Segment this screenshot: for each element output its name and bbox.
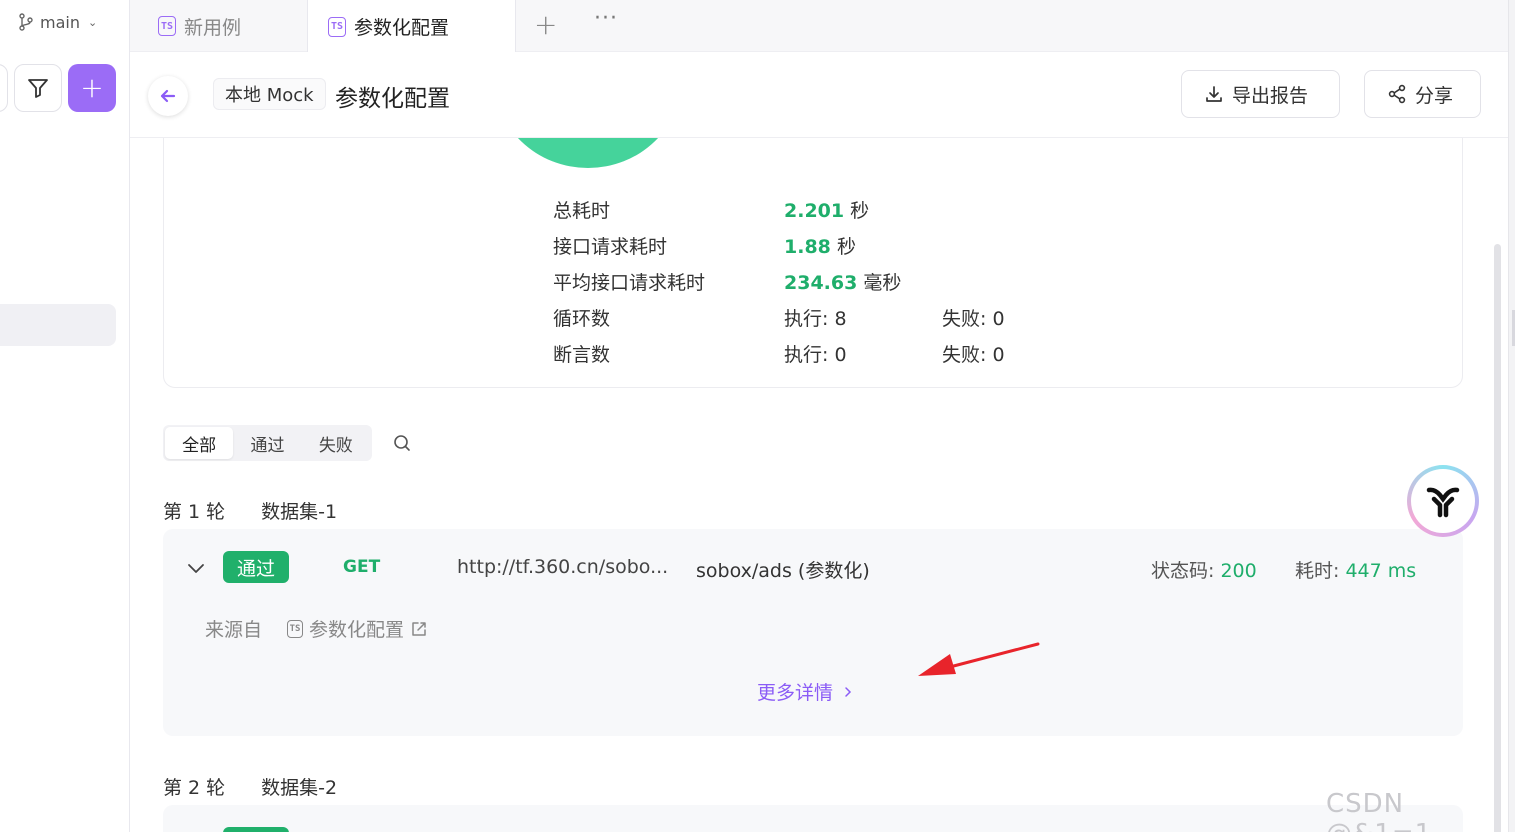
assistant-button[interactable]	[1407, 465, 1479, 537]
ts-file-icon: TS	[328, 16, 346, 37]
share-label: 分享	[1415, 84, 1454, 107]
total-time-value: 2.201 秒	[784, 200, 870, 222]
source-link[interactable]: TS 参数化配置	[287, 615, 428, 642]
pass-rate-donut	[494, 138, 682, 168]
avg-time-label: 平均接口请求耗时	[553, 272, 706, 294]
watermark: CSDN @&1=1	[1326, 789, 1431, 832]
right-panel-edge	[1508, 0, 1515, 832]
filter-button[interactable]	[14, 64, 62, 112]
tab-param-config[interactable]: TS 参数化配置	[308, 0, 516, 53]
request-url: http://tf.360.cn/sobo...	[457, 556, 669, 578]
elapsed-time: 耗时: 447 ms	[1295, 560, 1417, 582]
request-time-value: 1.88 秒	[784, 236, 856, 258]
environment-tag[interactable]: 本地 Mock	[213, 78, 326, 110]
total-time-label: 总耗时	[553, 200, 611, 222]
filter-icon	[28, 79, 48, 98]
scrollbar[interactable]	[1494, 244, 1501, 832]
assert-fail-value: 失败: 0	[942, 344, 1005, 366]
sidebar: main ⌄ +	[0, 0, 130, 832]
loop-count-label: 循环数	[553, 308, 611, 330]
result-panel: 通过 GET http://tf.360.cn/sobo... sobox/ad…	[163, 529, 1463, 736]
download-icon	[1206, 86, 1222, 102]
ts-file-icon: TS	[287, 619, 303, 638]
status-badge	[223, 827, 289, 832]
request-time-label: 接口请求耗时	[553, 236, 668, 258]
loop-exec-value: 执行: 8	[784, 308, 847, 330]
branch-selector[interactable]: main ⌄	[18, 10, 97, 34]
search-icon[interactable]	[392, 433, 412, 453]
page-title: 参数化配置	[335, 86, 450, 112]
filter-all-tab[interactable]: 全部	[165, 427, 234, 459]
arrow-left-icon	[160, 89, 176, 103]
http-method: GET	[343, 557, 381, 577]
more-details-link[interactable]: 更多详情	[757, 678, 853, 705]
tab-label: 参数化配置	[354, 17, 450, 39]
status-code: 状态码: 200	[1151, 560, 1257, 582]
source-label: 来源自	[205, 619, 263, 641]
tab-new-case[interactable]: TS 新用例	[130, 0, 308, 52]
assert-count-label: 断言数	[553, 344, 611, 366]
export-label: 导出报告	[1232, 84, 1309, 107]
branch-name: main	[40, 12, 80, 32]
filter-pass-tab[interactable]: 通过	[233, 427, 301, 459]
export-report-button[interactable]: 导出报告	[1181, 70, 1340, 118]
chevron-down-icon: ⌄	[87, 15, 98, 29]
assert-exec-value: 执行: 0	[784, 344, 847, 366]
share-icon	[1388, 84, 1406, 104]
source-link-label: 参数化配置	[309, 619, 405, 641]
round-title: 第 2 轮数据集-2	[163, 777, 338, 799]
chevron-right-icon	[845, 686, 852, 697]
loop-fail-value: 失败: 0	[942, 308, 1005, 330]
red-arrow-annotation	[918, 642, 1040, 676]
summary-card: 总耗时 2.201 秒 接口请求耗时 1.88 秒 平均接口请求耗时 234.6…	[163, 138, 1463, 388]
tab-label: 新用例	[184, 16, 242, 39]
sidebar-item-selected[interactable]	[0, 304, 116, 346]
tab-bar: TS 新用例 TS 参数化配置 + ···	[130, 0, 1515, 53]
add-button[interactable]: +	[68, 64, 116, 112]
git-branch-icon	[19, 13, 33, 31]
new-tab-icon[interactable]: +	[534, 8, 557, 41]
chevron-down-icon[interactable]	[185, 557, 207, 579]
assistant-logo-icon	[1426, 487, 1460, 518]
api-name: sobox/ads (参数化)	[696, 560, 870, 582]
share-button[interactable]: 分享	[1364, 70, 1481, 118]
collapsed-button[interactable]	[0, 64, 8, 112]
plus-icon: +	[80, 71, 104, 104]
result-filter: 全部 通过 失败	[163, 425, 372, 461]
status-badge: 通过	[223, 551, 289, 583]
more-details-label: 更多详情	[757, 682, 834, 704]
back-button[interactable]	[148, 76, 188, 116]
filter-fail-tab[interactable]: 失败	[302, 427, 370, 459]
page-header: 本地 Mock 参数化配置 导出报告 分享	[130, 52, 1508, 138]
avg-time-value: 234.63 毫秒	[784, 272, 902, 294]
round-title: 第 1 轮数据集-1	[163, 501, 338, 523]
more-icon[interactable]: ···	[594, 6, 618, 31]
result-panel	[163, 805, 1463, 832]
ts-file-icon: TS	[158, 16, 176, 36]
external-link-icon	[412, 621, 426, 636]
